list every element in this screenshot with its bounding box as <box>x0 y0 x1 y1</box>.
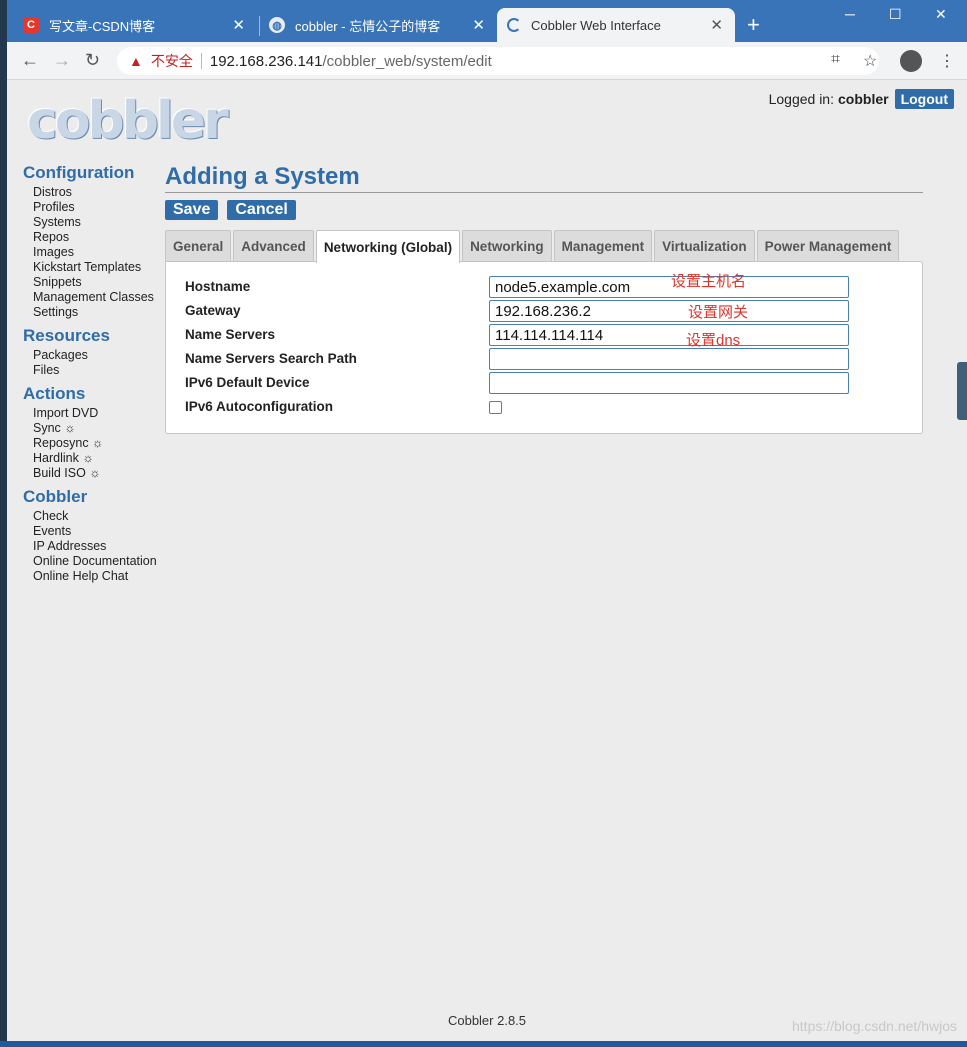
watermark: https://blog.csdn.net/hwjos <box>792 1018 957 1034</box>
browser-toolbar: ← → ↻ ▲ 不安全 192.168.236.141 /cobbler_web… <box>7 42 967 80</box>
logged-in-label: Logged in: <box>768 91 834 107</box>
sidebar-item-hardlink[interactable]: Hardlink ☼ <box>23 451 173 466</box>
sidebar-item-sync[interactable]: Sync ☼ <box>23 421 173 436</box>
back-icon[interactable]: ← <box>21 50 39 70</box>
tab-networking-global[interactable]: Networking (Global) <box>315 230 461 263</box>
sidebar-item-ip-addresses[interactable]: IP Addresses <box>23 539 173 554</box>
translate-icon[interactable]: ⌗ <box>831 51 840 69</box>
search-path-label: Name Servers Search Path <box>185 351 357 366</box>
tab-virtualization[interactable]: Virtualization <box>654 230 755 261</box>
sidebar-item-events[interactable]: Events <box>23 524 173 539</box>
browser-tab-title: 写文章-CSDN博客 <box>49 18 156 34</box>
menu-icon[interactable]: ⋮ <box>939 51 955 71</box>
browser-window: C 写文章-CSDN博客 ✕ ◍ cobbler - 忘情公子的博客 ✕ Cob… <box>7 0 967 1041</box>
cobbler-logo: cobbler <box>27 91 229 151</box>
csdn-icon: C <box>23 17 39 33</box>
networking-global-panel: Hostname 设置主机名 Gateway 设置网关 Name Servers… <box>165 261 923 434</box>
sidebar-item-files[interactable]: Files <box>23 363 173 378</box>
desktop-left-edge <box>0 0 7 1047</box>
profile-icon[interactable] <box>900 50 922 72</box>
ipv6-default-device-input[interactable] <box>489 372 849 394</box>
warning-icon: ▲ <box>129 53 143 69</box>
tab-networking[interactable]: Networking <box>462 230 552 261</box>
sidebar-item-build-iso[interactable]: Build ISO ☼ <box>23 466 173 481</box>
sidebar-heading-cobbler: Cobbler <box>23 487 88 506</box>
sidebar-heading-actions: Actions <box>23 384 86 403</box>
name-servers-input[interactable] <box>489 324 849 346</box>
sidebar-item-check[interactable]: Check <box>23 509 173 524</box>
url-host: 192.168.236.141 <box>209 52 323 70</box>
sidebar-item-distros[interactable]: Distros <box>23 185 173 200</box>
sidebar-item-systems[interactable]: Systems <box>23 215 173 230</box>
forward-icon[interactable]: → <box>53 50 71 70</box>
sidebar-heading-configuration: Configuration <box>23 163 135 182</box>
sidebar-item-import-dvd[interactable]: Import DVD <box>23 406 173 421</box>
sidebar-item-kickstart-templates[interactable]: Kickstart Templates <box>23 260 173 275</box>
new-tab-icon[interactable]: + <box>747 14 760 36</box>
form-tabs: General Advanced Networking (Global) Net… <box>165 230 923 263</box>
browser-tab-cobbler-blog[interactable]: ◍ cobbler - 忘情公子的博客 ✕ <box>259 8 497 42</box>
sidebar: Configuration Distros Profiles Systems R… <box>23 163 173 584</box>
sidebar-item-online-documentation[interactable]: Online Documentation <box>23 554 173 569</box>
gateway-annotation: 设置网关 <box>688 304 749 321</box>
ipv6-default-device-label: IPv6 Default Device <box>185 375 310 390</box>
search-path-input[interactable] <box>489 348 849 370</box>
login-status: Logged in: cobbler Logout <box>769 89 954 109</box>
browser-tab-title: cobbler - 忘情公子的博客 <box>295 18 441 34</box>
sidebar-item-snippets[interactable]: Snippets <box>23 275 173 290</box>
page-title: Adding a System <box>165 163 923 193</box>
close-tab-icon[interactable]: ✕ <box>472 16 485 34</box>
dns-annotation: 设置dns <box>686 332 741 349</box>
taskbar-edge <box>0 1041 967 1047</box>
gateway-label: Gateway <box>185 303 241 318</box>
action-buttons: Save Cancel <box>165 200 923 220</box>
tab-power-management[interactable]: Power Management <box>756 230 900 261</box>
tab-advanced[interactable]: Advanced <box>233 230 314 261</box>
reload-icon[interactable]: ↻ <box>85 50 100 70</box>
url-path: /cobbler_web/system/edit <box>322 52 492 70</box>
gateway-input[interactable] <box>489 300 849 322</box>
close-tab-icon[interactable]: ✕ <box>232 16 245 34</box>
sidebar-item-repos[interactable]: Repos <box>23 230 173 245</box>
tab-general[interactable]: General <box>165 230 232 261</box>
close-window-icon[interactable]: ✕ <box>935 6 947 23</box>
insecure-label: 不安全 <box>150 53 193 69</box>
ipv6-autoconfiguration-label: IPv6 Autoconfiguration <box>185 399 333 414</box>
loading-icon <box>507 18 521 32</box>
maximize-icon[interactable]: ☐ <box>889 6 902 23</box>
main-content: Adding a System Save Cancel General Adva… <box>165 163 923 434</box>
star-icon[interactable]: ☆ <box>863 51 877 71</box>
globe-icon: ◍ <box>269 17 285 33</box>
url-separator <box>200 53 202 69</box>
sidebar-item-online-help-chat[interactable]: Online Help Chat <box>23 569 173 584</box>
tab-strip: C 写文章-CSDN博客 ✕ ◍ cobbler - 忘情公子的博客 ✕ Cob… <box>7 0 967 42</box>
logout-button[interactable]: Logout <box>894 89 954 109</box>
name-servers-label: Name Servers <box>185 327 276 342</box>
sidebar-item-reposync[interactable]: Reposync ☼ <box>23 436 173 451</box>
sidebar-item-images[interactable]: Images <box>23 245 173 260</box>
sidebar-item-packages[interactable]: Packages <box>23 348 173 363</box>
hostname-input[interactable] <box>489 276 849 298</box>
close-tab-icon[interactable]: ✕ <box>710 16 723 34</box>
side-scroll-handle[interactable] <box>957 362 967 420</box>
address-bar[interactable]: ▲ 不安全 192.168.236.141 /cobbler_web/syste… <box>117 47 879 75</box>
cancel-button[interactable]: Cancel <box>227 200 296 220</box>
sidebar-item-management-classes[interactable]: Management Classes <box>23 290 173 305</box>
browser-tab-csdn[interactable]: C 写文章-CSDN博客 ✕ <box>13 8 257 42</box>
tab-management[interactable]: Management <box>553 230 653 261</box>
minimize-icon[interactable]: ─ <box>845 6 855 22</box>
username: cobbler <box>838 91 889 107</box>
browser-tab-title: Cobbler Web Interface <box>531 17 661 33</box>
hostname-label: Hostname <box>185 279 251 294</box>
save-button[interactable]: Save <box>165 200 219 220</box>
hostname-annotation: 设置主机名 <box>671 273 747 290</box>
page: cobbler Logged in: cobbler Logout Config… <box>7 81 967 1041</box>
browser-tab-cobbler-web[interactable]: Cobbler Web Interface ✕ <box>497 8 735 42</box>
sidebar-item-profiles[interactable]: Profiles <box>23 200 173 215</box>
sidebar-item-settings[interactable]: Settings <box>23 305 173 320</box>
sidebar-heading-resources: Resources <box>23 326 110 345</box>
ipv6-autoconfiguration-checkbox[interactable] <box>489 401 502 414</box>
